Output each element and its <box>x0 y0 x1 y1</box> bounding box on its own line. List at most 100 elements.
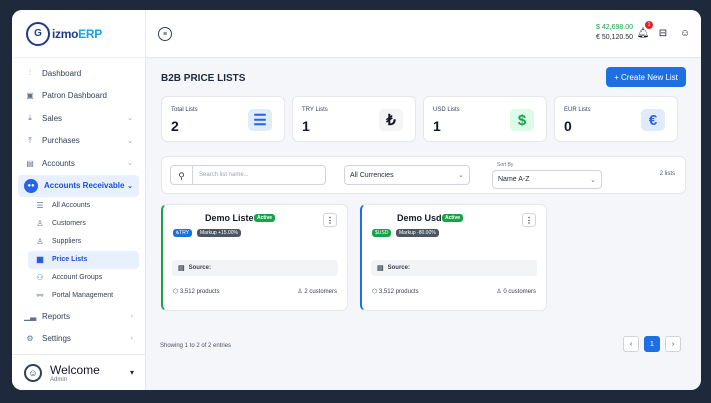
price-list-card[interactable]: Demo Usd Active $USD Markup -80.00% ⋮ ▤ S… <box>360 204 547 311</box>
chevron-down-icon: ⌄ <box>458 172 464 179</box>
sort-label: Sort By <box>497 162 514 168</box>
users-icon: ●● <box>24 178 38 193</box>
create-new-list-button[interactable]: + Create New List <box>606 67 686 87</box>
more-options-button[interactable]: ⋮ <box>323 213 337 227</box>
database-icon: ▤ <box>178 265 185 272</box>
chevron-down-icon: ⌄ <box>590 176 596 184</box>
stat-value: 1 <box>433 118 441 134</box>
pagination-summary: Showing 1 to 2 of 2 entries <box>160 343 232 349</box>
customer-count-text: 0 customers <box>503 289 536 295</box>
kebab-icon: ⋮ <box>525 215 533 225</box>
box-icon: ⬡ <box>173 289 180 295</box>
menu-toggle-button[interactable]: ≡ <box>158 27 172 41</box>
dollar-icon: $ <box>510 109 534 131</box>
user-icon: ♙ <box>36 237 44 247</box>
euro-icon: € <box>641 109 665 131</box>
markup-badge: Markup +15.00% <box>197 229 241 237</box>
download-icon: ⤓ <box>28 113 32 122</box>
stat-label: TRY Lists <box>302 107 328 113</box>
card-title: Demo Liste <box>205 213 254 223</box>
source-row: ▤ Source: <box>172 260 338 276</box>
price-list-card[interactable]: Demo Liste Active ₺TRY Markup +15.00% ⋮ … <box>161 204 348 311</box>
sidebar-item-portal-management[interactable]: ⚯ Portal Management <box>28 287 139 305</box>
sidebar-item-label: Accounts <box>42 158 75 168</box>
logo-text: izmoERP <box>52 26 102 41</box>
sidebar-item-patron-dashboard[interactable]: ▣ Patron Dashboard <box>18 85 139 107</box>
prev-page-button[interactable]: ‹ <box>623 336 639 352</box>
source-row: ▤ Source: <box>371 260 537 276</box>
sidebar-item-purchases[interactable]: ⤒ Purchases ⌄ <box>18 130 139 152</box>
sidebar-item-label: Portal Management <box>52 292 114 300</box>
currency-badge: ₺TRY <box>173 229 193 237</box>
sidebar-item-all-accounts[interactable]: ☰ All Accounts <box>28 197 139 215</box>
bar-chart-icon: ▁▃ <box>24 311 37 321</box>
hamburger-icon: ≡ <box>162 30 168 38</box>
sort-select-value: Name A-Z <box>498 176 530 183</box>
customer-count: ♙ 0 customers <box>496 288 536 295</box>
more-options-button[interactable]: ⋮ <box>522 213 536 227</box>
profile-button[interactable]: ☺ <box>677 25 693 41</box>
lira-icon: ₺ <box>379 109 403 131</box>
sidebar-item-reports[interactable]: ▁▃ Reports › <box>18 305 139 327</box>
main-content: B2B PRICE LISTS + Create New List Total … <box>146 58 701 390</box>
stat-eur-lists: EUR Lists 0 € <box>554 96 678 142</box>
topbar: ≡ $ 42,698.00 € 50,120.50 🔔︎ 1 ⊟ ☺ <box>146 10 701 58</box>
submenu: ☰ All Accounts ♙ Customers ♙ Suppliers ▦ Pri… <box>18 197 139 305</box>
chevron-right-icon: › <box>130 312 133 320</box>
chart-icon: ⫶ <box>29 68 31 77</box>
product-count-text: 3,512 products <box>378 289 419 295</box>
status-badge: Active <box>442 214 464 222</box>
price-list-icon: ▦ <box>36 255 44 265</box>
sidebar-item-dashboard[interactable]: ⫶ Dashboard <box>18 62 139 84</box>
sidebar-item-suppliers[interactable]: ♙ Suppliers <box>28 233 139 251</box>
list-icon: ☰ <box>248 109 272 131</box>
stat-label: USD Lists <box>433 107 460 113</box>
balances: $ 42,698.00 € 50,120.50 <box>596 23 633 43</box>
search-input[interactable]: ⚲ Search list name... <box>170 165 326 185</box>
sort-select[interactable]: Name A-Z ⌄ <box>492 170 602 189</box>
chevron-down-icon: ⌄ <box>127 182 133 190</box>
store-icon: ⊟ <box>658 27 668 39</box>
user-menu[interactable]: ☺ Welcome Admin ▾ <box>12 354 146 390</box>
notification-badge: 1 <box>645 21 653 29</box>
ledger-icon: ▤ <box>26 158 34 168</box>
stat-value: 2 <box>171 118 179 134</box>
sidebar-item-customers[interactable]: ♙ Customers <box>28 215 139 233</box>
caret-down-icon: ▾ <box>129 368 134 377</box>
next-page-button[interactable]: › <box>665 336 681 352</box>
notifications-button[interactable]: 🔔︎ 1 <box>635 21 653 41</box>
customer-count: ♙ 2 customers <box>297 288 337 295</box>
bell-icon: 🔔︎ <box>636 27 650 39</box>
logo[interactable]: G izmoERP <box>12 10 145 58</box>
square-icon: ▣ <box>26 91 34 100</box>
sidebar-item-label: Sales <box>42 113 63 123</box>
sidebar-item-label: Settings <box>42 334 71 343</box>
product-count: ⬡ 3,512 products <box>372 288 419 295</box>
balance-eur: € 50,120.50 <box>596 34 633 41</box>
sidebar-nav: ⫶ Dashboard ▣ Patron Dashboard ⤓ Sales ⌄ ⤒ Pu… <box>12 58 145 354</box>
database-icon: ▤ <box>377 265 384 272</box>
sidebar-item-sales[interactable]: ⤓ Sales ⌄ <box>18 107 139 129</box>
sidebar-item-accounts[interactable]: ▤ Accounts ⌄ <box>18 152 139 174</box>
page-title: B2B PRICE LISTS <box>161 73 246 84</box>
stat-total-lists: Total Lists 2 ☰ <box>161 96 285 142</box>
sidebar-item-label: Dashboard <box>42 68 82 78</box>
product-count-text: 3,512 products <box>179 289 220 295</box>
sidebar-item-label: Accounts Receivable <box>44 181 125 190</box>
customer-count-text: 2 customers <box>304 289 337 295</box>
page-1-button[interactable]: 1 <box>644 336 660 352</box>
sidebar-item-price-lists[interactable]: ▦ Price Lists <box>28 251 139 269</box>
welcome-text: Welcome <box>50 362 100 377</box>
currency-badge: $USD <box>372 229 392 237</box>
currency-select[interactable]: All Currencies ⌄ <box>344 165 470 185</box>
search-placeholder: Search list name... <box>199 172 249 178</box>
source-label: Source: <box>188 265 211 271</box>
sidebar-item-account-groups[interactable]: ⚇ Account Groups <box>28 269 139 287</box>
currency-select-value: All Currencies <box>350 171 394 179</box>
sidebar-item-settings[interactable]: ⚙ Settings › <box>18 328 139 350</box>
chevron-right-icon: › <box>130 335 133 342</box>
store-button[interactable]: ⊟ <box>655 25 671 41</box>
markup-badge: Markup -80.00% <box>396 229 439 237</box>
sidebar-item-accounts-receivable[interactable]: ●● Accounts Receivable ⌄ <box>18 174 139 197</box>
stat-value: 0 <box>564 118 572 134</box>
